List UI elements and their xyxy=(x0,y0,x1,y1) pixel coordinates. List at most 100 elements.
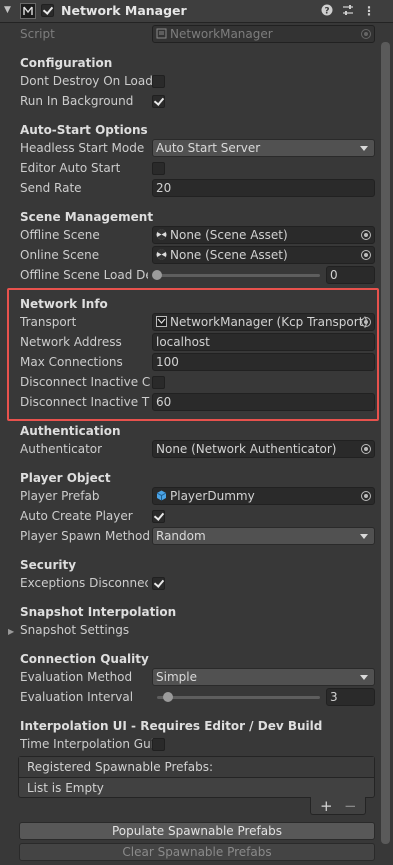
section-scene-management: Scene Management xyxy=(20,210,154,224)
evaluation-interval-input[interactable]: 3 xyxy=(326,688,375,706)
transport-value: NetworkManager (Kcp Transport) xyxy=(170,315,369,329)
time-interpolation-gui-label: Time Interpolation Gui xyxy=(20,737,155,751)
disconnect-inactive-checkbox[interactable] xyxy=(152,376,165,389)
mirror-component-icon xyxy=(20,3,36,19)
offline-scene-label: Offline Scene xyxy=(20,228,100,242)
component-header: ▼ Network Manager ? ⋮ xyxy=(0,0,393,23)
clear-spawnable-prefabs-button[interactable]: Clear Spawnable Prefabs xyxy=(19,843,375,861)
object-picker-icon[interactable] xyxy=(361,444,371,454)
section-configuration: Configuration xyxy=(20,56,113,70)
section-authentication: Authentication xyxy=(20,424,121,438)
evaluation-method-dropdown[interactable]: Simple xyxy=(152,668,375,686)
script-value: NetworkManager xyxy=(170,27,273,41)
send-rate-input[interactable]: 20 xyxy=(152,179,375,197)
offline-delay-input[interactable]: 0 xyxy=(326,266,375,284)
disconnect-inactive-label: Disconnect Inactive Co xyxy=(20,375,150,389)
player-spawn-method-dropdown[interactable]: Random xyxy=(152,527,375,545)
player-spawn-method-label: Player Spawn Method xyxy=(20,529,150,543)
auto-create-player-checkbox[interactable] xyxy=(152,510,165,523)
dropdown-arrow-icon xyxy=(360,675,368,680)
headless-start-dropdown[interactable]: Auto Start Server xyxy=(152,139,375,157)
script-asset-icon xyxy=(156,27,167,43)
object-picker-icon[interactable] xyxy=(361,250,371,260)
snapshot-settings-foldout[interactable]: Snapshot Settings xyxy=(20,623,129,637)
inspector-scrollbar[interactable] xyxy=(381,42,390,844)
offline-delay-slider-knob[interactable] xyxy=(152,270,162,280)
headless-start-value: Auto Start Server xyxy=(156,141,261,155)
section-network-info: Network Info xyxy=(20,297,108,311)
section-interpolation-ui: Interpolation UI - Requires Editor / Dev… xyxy=(20,719,323,733)
authenticator-field[interactable]: None (Network Authenticator) xyxy=(152,440,375,458)
list-header: Registered Spawnable Prefabs: xyxy=(19,757,374,778)
player-spawn-method-value: Random xyxy=(156,529,206,543)
transport-component-icon xyxy=(156,315,167,331)
editor-auto-start-label: Editor Auto Start xyxy=(20,161,121,175)
auto-create-player-label: Auto Create Player xyxy=(20,509,133,523)
add-item-button[interactable]: + xyxy=(320,797,333,815)
run-in-background-checkbox[interactable] xyxy=(152,95,165,108)
player-prefab-field[interactable]: PlayerDummy xyxy=(152,487,375,505)
editor-auto-start-checkbox[interactable] xyxy=(152,162,165,175)
object-picker-icon[interactable] xyxy=(361,230,371,240)
disconnect-timeout-label: Disconnect Inactive Tir xyxy=(20,395,150,409)
dont-destroy-checkbox[interactable] xyxy=(152,75,165,88)
section-player-object: Player Object xyxy=(20,471,111,485)
expand-arrow-icon[interactable]: ▶ xyxy=(8,627,14,636)
authenticator-value: None (Network Authenticator) xyxy=(156,442,337,456)
scene-asset-icon xyxy=(156,248,167,264)
max-connections-input[interactable]: 100 xyxy=(152,353,375,371)
dont-destroy-label: Dont Destroy On Load xyxy=(20,74,153,88)
player-prefab-label: Player Prefab xyxy=(20,489,100,503)
spawnable-prefabs-list: Registered Spawnable Prefabs: List is Em… xyxy=(18,756,375,798)
scene-asset-icon xyxy=(156,228,167,244)
help-icon[interactable]: ? xyxy=(320,4,334,18)
section-connection-quality: Connection Quality xyxy=(20,652,149,666)
exceptions-disconnect-checkbox[interactable] xyxy=(152,577,165,590)
authenticator-label: Authenticator xyxy=(20,442,103,456)
evaluation-interval-slider-track[interactable] xyxy=(157,696,320,699)
collapse-arrow-icon[interactable]: ▼ xyxy=(4,5,11,15)
online-scene-field[interactable]: None (Scene Asset) xyxy=(152,246,375,264)
network-address-label: Network Address xyxy=(20,335,122,349)
prefab-cube-icon xyxy=(156,489,167,505)
list-body: List is Empty xyxy=(19,778,374,797)
evaluation-method-label: Evaluation Method xyxy=(20,670,133,684)
disconnect-timeout-input[interactable]: 60 xyxy=(152,393,375,411)
script-label: Script xyxy=(20,27,55,41)
populate-spawnable-prefabs-button[interactable]: Populate Spawnable Prefabs xyxy=(19,822,375,840)
list-footer: + − xyxy=(310,797,366,815)
transport-label: Transport xyxy=(20,315,77,329)
exceptions-disconnect-label: Exceptions Disconnect xyxy=(20,576,148,590)
time-interpolation-gui-checkbox[interactable] xyxy=(152,738,165,751)
transport-field[interactable]: NetworkManager (Kcp Transport) xyxy=(152,313,375,331)
offline-scene-field[interactable]: None (Scene Asset) xyxy=(152,226,375,244)
section-security: Security xyxy=(20,558,77,572)
script-field: NetworkManager xyxy=(152,25,375,43)
offline-scene-delay-label: Offline Scene Load Del xyxy=(20,268,148,282)
dropdown-arrow-icon xyxy=(360,146,368,151)
offline-delay-slider-track[interactable] xyxy=(157,274,320,277)
object-picker-icon xyxy=(361,29,371,39)
headless-start-label: Headless Start Mode xyxy=(20,141,145,155)
offline-scene-value: None (Scene Asset) xyxy=(170,228,288,242)
player-prefab-value: PlayerDummy xyxy=(170,489,255,503)
online-scene-value: None (Scene Asset) xyxy=(170,248,288,262)
component-enabled-checkbox[interactable] xyxy=(41,4,54,17)
component-title: Network Manager xyxy=(61,3,187,18)
remove-item-button[interactable]: − xyxy=(344,797,357,815)
online-scene-label: Online Scene xyxy=(20,248,100,262)
more-icon[interactable]: ⋮ xyxy=(362,4,376,18)
dropdown-arrow-icon xyxy=(360,534,368,539)
evaluation-interval-slider-knob[interactable] xyxy=(163,692,174,702)
section-auto-start: Auto-Start Options xyxy=(20,123,148,137)
run-in-background-label: Run In Background xyxy=(20,94,134,108)
svg-text:?: ? xyxy=(324,7,329,17)
evaluation-interval-label: Evaluation Interval xyxy=(20,690,134,704)
list-empty-label: List is Empty xyxy=(27,781,104,795)
object-picker-icon[interactable] xyxy=(361,317,371,327)
object-picker-icon[interactable] xyxy=(361,491,371,501)
preset-icon[interactable] xyxy=(341,4,355,18)
evaluation-method-value: Simple xyxy=(156,670,197,684)
network-address-input[interactable]: localhost xyxy=(152,333,375,351)
section-snapshot-interpolation: Snapshot Interpolation xyxy=(20,605,177,619)
